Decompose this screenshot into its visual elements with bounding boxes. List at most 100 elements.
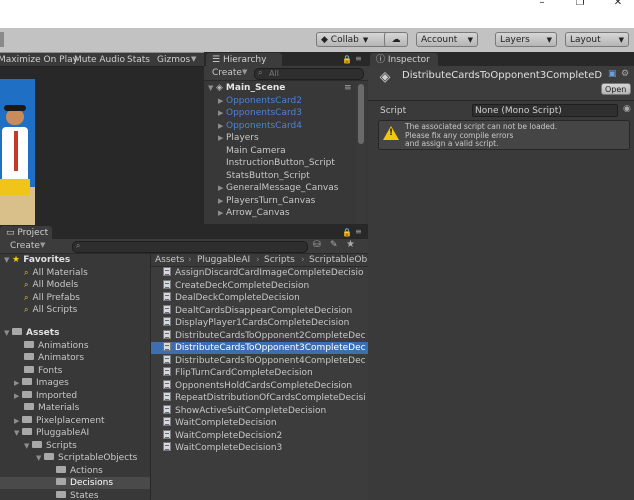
scene-row[interactable]: ▼ ◈ Main_Scene ≡ [208, 82, 358, 94]
lock-icon[interactable]: 🔒 [342, 55, 352, 64]
hierarchy-search-input[interactable]: ⌕ All [254, 68, 364, 80]
breadcrumb-item[interactable]: Scripts [264, 254, 295, 266]
favorite-star-icon[interactable]: ★ [346, 239, 355, 250]
file-item-selected[interactable]: DistributeCardsToOpponent3CompleteDec [151, 342, 368, 355]
hierarchy-item[interactable]: ▶ Players [218, 132, 259, 144]
folder-item[interactable]: Materials [24, 402, 79, 414]
game-options-bar: Maximize On Play Mute Audio Stats Gizmos… [0, 53, 204, 67]
favorite-item[interactable]: ⌕ All Materials [24, 267, 88, 279]
chevron-down-icon: ▼ [362, 36, 369, 44]
folder-icon [56, 465, 66, 473]
file-item[interactable]: WaitCompleteDecision3 [163, 442, 282, 454]
file-item[interactable]: WaitCompleteDecision2 [163, 429, 282, 442]
mute-audio-toggle[interactable]: Mute Audio [74, 55, 125, 65]
folder-item[interactable]: Actions [56, 465, 103, 477]
file-item[interactable]: WaitCompleteDecision [163, 417, 277, 429]
minimize-icon[interactable]: – [527, 0, 557, 8]
hierarchy-item[interactable]: ▶ GeneralMessage_Canvas [218, 182, 338, 194]
inspector-title: DistributeCardsToOpponent3CompleteD [402, 70, 603, 81]
hierarchy-item[interactable]: InstructionButton_Script [226, 157, 335, 169]
chevron-down-icon[interactable]: ▼ [40, 241, 45, 249]
gear-icon[interactable]: ⚙ [621, 69, 629, 79]
folder-item[interactable]: States [56, 490, 99, 500]
breadcrumb-item[interactable]: ScriptableOb [309, 254, 367, 266]
chevron-down-icon[interactable]: ▼ [242, 68, 247, 76]
maximize-on-play-toggle[interactable]: Maximize On Play [0, 55, 78, 65]
collab-button[interactable]: ◆ Collab ▼ [316, 32, 390, 47]
file-item[interactable]: DealDeckCompleteDecision [163, 292, 300, 304]
folder-item[interactable]: ▶ Images [14, 377, 69, 389]
panel-menu-icon[interactable]: ≡ [355, 54, 362, 63]
folder-item[interactable]: Animations [24, 340, 89, 352]
file-item[interactable]: AssignDiscardCardImageCompleteDecisio [163, 267, 364, 279]
scene-menu-icon[interactable]: ≡ [344, 82, 352, 94]
file-item[interactable]: DealtCardsDisappearCompleteDecision [163, 304, 352, 317]
favorite-item[interactable]: ⌕ All Scripts [24, 304, 77, 316]
breadcrumb-item[interactable]: Assets [155, 254, 184, 266]
hierarchy-item-label: OpponentsCard4 [226, 120, 302, 131]
label-filter-icon[interactable]: ✎ [330, 240, 338, 250]
project-search-input[interactable]: ⌕ [72, 241, 308, 253]
file-item[interactable]: ShowActiveSuitCompleteDecision [163, 404, 326, 417]
gizmos-dropdown[interactable]: Gizmos [157, 55, 190, 65]
lock-icon[interactable]: 🔒 [342, 228, 352, 237]
unity-scene-icon: ◈ [216, 83, 223, 93]
folder-item[interactable]: ▼ ScriptableObjects [36, 452, 137, 464]
hierarchy-item[interactable]: ▶ Arrow_Canvas [218, 207, 290, 219]
character-head [6, 109, 24, 125]
hierarchy-scrollbar[interactable] [356, 82, 366, 224]
script-asset-icon [163, 392, 171, 401]
open-button[interactable]: Open [601, 83, 631, 95]
chevron-down-icon[interactable]: ▼ [191, 55, 196, 63]
hierarchy-item[interactable]: ▶ PlayersTurn_Canvas [218, 195, 315, 207]
file-item[interactable]: OpponentsHoldCardsCompleteDecision [163, 379, 352, 392]
file-item[interactable]: RepeatDistributionOfCardsCompleteDecisi [163, 392, 366, 404]
tab-inspector[interactable]: ⓘ Inspector [370, 53, 438, 67]
folder-icon [22, 415, 32, 423]
file-item[interactable]: DistributeCardsToOpponent2CompleteDec [163, 329, 366, 342]
script-object-field[interactable]: None (Mono Script) [472, 104, 618, 117]
close-icon[interactable]: ✕ [603, 0, 633, 8]
favorite-item[interactable]: ⌕ All Prefabs [24, 292, 80, 304]
tab-project[interactable]: ▭ Project [0, 226, 52, 240]
hierarchy-item[interactable]: StatsButton_Script [226, 170, 310, 182]
file-item[interactable]: CreateDeckCompleteDecision [163, 279, 309, 292]
file-item[interactable]: DisplayPlayer1CardsCompleteDecision [163, 317, 349, 329]
hierarchy-create-button[interactable]: Create [212, 68, 242, 78]
favorite-item[interactable]: ⌕ All Models [24, 279, 78, 291]
hierarchy-scroll-thumb[interactable] [358, 84, 364, 144]
file-item[interactable]: DistributeCardsToOpponent4CompleteDec [163, 354, 366, 367]
favorites-row[interactable]: ▼ ★ Favorites [4, 254, 70, 266]
layers-dropdown[interactable]: Layers ▼ [495, 32, 557, 47]
inspector-tab-label: Inspector [387, 55, 430, 65]
cloud-button[interactable]: ☁ [384, 32, 408, 47]
panel-menu-icon[interactable]: ≡ [355, 227, 362, 236]
object-picker-icon[interactable]: ◉ [623, 104, 631, 114]
folder-item-selected[interactable]: Decisions [0, 477, 150, 490]
folder-item[interactable]: ▼ PluggableAI [14, 427, 89, 439]
folder-item[interactable]: Fonts [24, 365, 62, 377]
triangle-right-icon: ▶ [218, 134, 224, 142]
folder-item[interactable]: ▶ Imported [14, 390, 77, 402]
favorite-item-label: All Models [32, 280, 79, 290]
hierarchy-item[interactable]: ▶ OpponentsCard2 [218, 95, 302, 107]
hierarchy-item[interactable]: ▶ OpponentsCard4 [218, 120, 302, 132]
maximize-icon[interactable]: ❐ [565, 0, 595, 8]
folder-item[interactable]: Animators [24, 352, 84, 364]
file-item[interactable]: FlipTurnCardCompleteDecision [163, 367, 313, 379]
stats-toggle[interactable]: Stats [127, 55, 150, 65]
folder-item[interactable]: ▶ Pixelplacement [14, 415, 105, 427]
assets-row[interactable]: ▼ Assets [4, 327, 59, 339]
hierarchy-item[interactable]: ▶ OpponentsCard3 [218, 107, 302, 119]
account-dropdown[interactable]: Account ▼ [416, 32, 478, 47]
layout-dropdown[interactable]: Layout ▼ [565, 32, 629, 47]
project-toolbar: Create ▼ ⌕ ⛁ ✎ ★ [0, 239, 368, 254]
project-create-button[interactable]: Create [10, 241, 40, 251]
tab-hierarchy[interactable]: ☰ Hierarchy [206, 53, 282, 67]
triangle-right-icon: ▶ [14, 391, 20, 400]
hierarchy-item[interactable]: Main Camera [226, 145, 286, 157]
folder-item[interactable]: ▼ Scripts [24, 440, 77, 452]
breadcrumb-item[interactable]: PluggableAI [197, 254, 250, 266]
search-filter-icon[interactable]: ⛁ [313, 240, 321, 250]
book-icon[interactable]: ▣ [608, 69, 617, 79]
